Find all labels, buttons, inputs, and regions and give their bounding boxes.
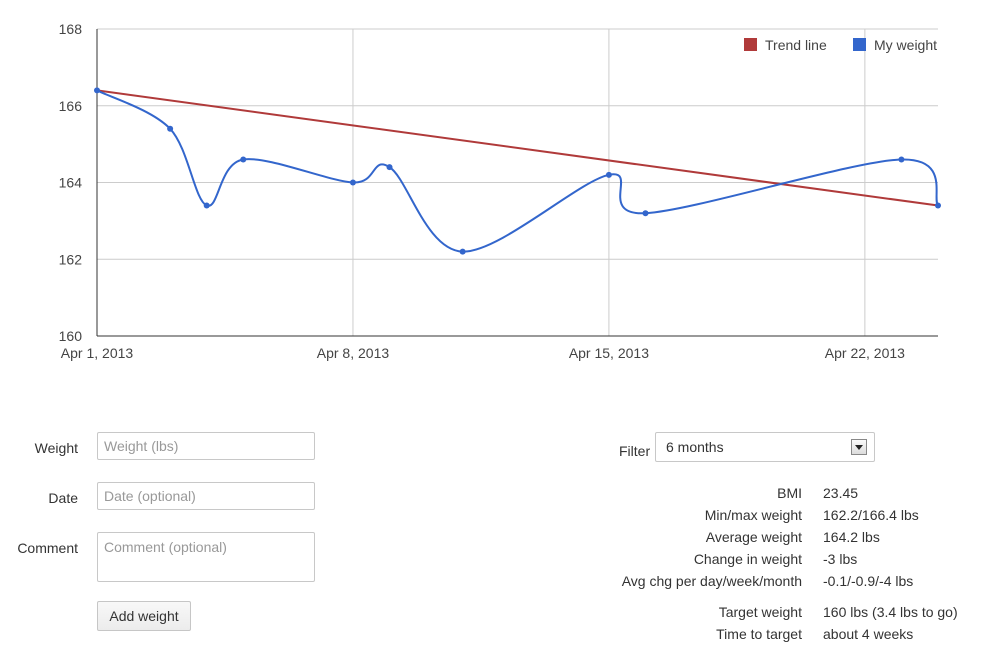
stat-label-average: Average weight xyxy=(705,529,802,545)
stat-value-avg-change: -0.1/-0.9/-4 lbs xyxy=(823,573,914,589)
weight-line xyxy=(96,89,939,253)
chevron-down-icon[interactable] xyxy=(851,439,867,455)
weight-point[interactable] xyxy=(386,164,393,171)
x-tick-label: Apr 1, 2013 xyxy=(61,345,134,361)
filter-label: Filter xyxy=(619,443,651,459)
filter-select[interactable]: 6 months xyxy=(655,432,875,462)
weight-point[interactable] xyxy=(459,248,466,255)
chart-axes: 160 162 164 166 168 Apr 1, 2013 Apr 8, 2013 Apr… xyxy=(59,21,938,361)
trend-line xyxy=(96,89,939,207)
y-tick-label: 164 xyxy=(59,175,83,191)
x-tick-label: Apr 22, 2013 xyxy=(825,345,905,361)
legend-label: My weight xyxy=(874,37,937,53)
y-tick-label: 162 xyxy=(59,251,83,267)
weight-point[interactable] xyxy=(167,125,174,132)
y-tick-label: 160 xyxy=(59,328,83,344)
target-weight-label: Target weight xyxy=(718,604,802,620)
chart-series xyxy=(94,87,941,255)
legend-swatch xyxy=(853,38,866,51)
stat-value-average: 164.2 lbs xyxy=(823,529,880,545)
legend-swatch xyxy=(744,38,757,51)
stat-value-minmax: 162.2/166.4 lbs xyxy=(823,507,919,523)
comment-label: Comment xyxy=(17,540,78,556)
stat-label-change: Change in weight xyxy=(693,551,802,567)
weight-point[interactable] xyxy=(898,156,905,163)
weight-input[interactable] xyxy=(97,432,315,460)
date-label: Date xyxy=(48,490,78,506)
stat-label-bmi: BMI xyxy=(777,485,802,501)
weight-point[interactable] xyxy=(605,171,612,178)
add-weight-button[interactable]: Add weight xyxy=(97,601,191,631)
stat-label-minmax: Min/max weight xyxy=(704,507,802,523)
weight-label: Weight xyxy=(34,440,78,456)
weight-point[interactable] xyxy=(94,87,100,94)
time-to-target-value: about 4 weeks xyxy=(823,626,914,642)
y-tick-label: 166 xyxy=(59,98,83,114)
x-tick-label: Apr 8, 2013 xyxy=(317,345,390,361)
weight-point[interactable] xyxy=(203,202,210,209)
weight-point[interactable] xyxy=(935,202,941,209)
stat-label-avg-change: Avg chg per day/week/month xyxy=(621,573,802,589)
chart-legend[interactable]: Trend line My weight xyxy=(744,37,937,53)
weight-point[interactable] xyxy=(240,156,247,163)
weight-point[interactable] xyxy=(642,210,649,217)
stat-value-change: -3 lbs xyxy=(823,551,858,567)
comment-input[interactable] xyxy=(97,532,315,582)
filter-selected-value: 6 months xyxy=(666,439,724,455)
time-to-target-label: Time to target xyxy=(716,626,802,642)
weight-chart: 160 162 164 166 168 Apr 1, 2013 Apr 8, 2013 Apr… xyxy=(59,21,941,361)
legend-label: Trend line xyxy=(765,37,827,53)
target-weight-value: 160 lbs (3.4 lbs to go) xyxy=(823,604,958,620)
x-tick-label: Apr 15, 2013 xyxy=(569,345,649,361)
date-input[interactable] xyxy=(97,482,315,510)
weight-point[interactable] xyxy=(349,179,356,186)
stat-value-bmi: 23.45 xyxy=(823,485,859,501)
chart-grid xyxy=(97,28,938,336)
y-tick-label: 168 xyxy=(59,21,83,37)
